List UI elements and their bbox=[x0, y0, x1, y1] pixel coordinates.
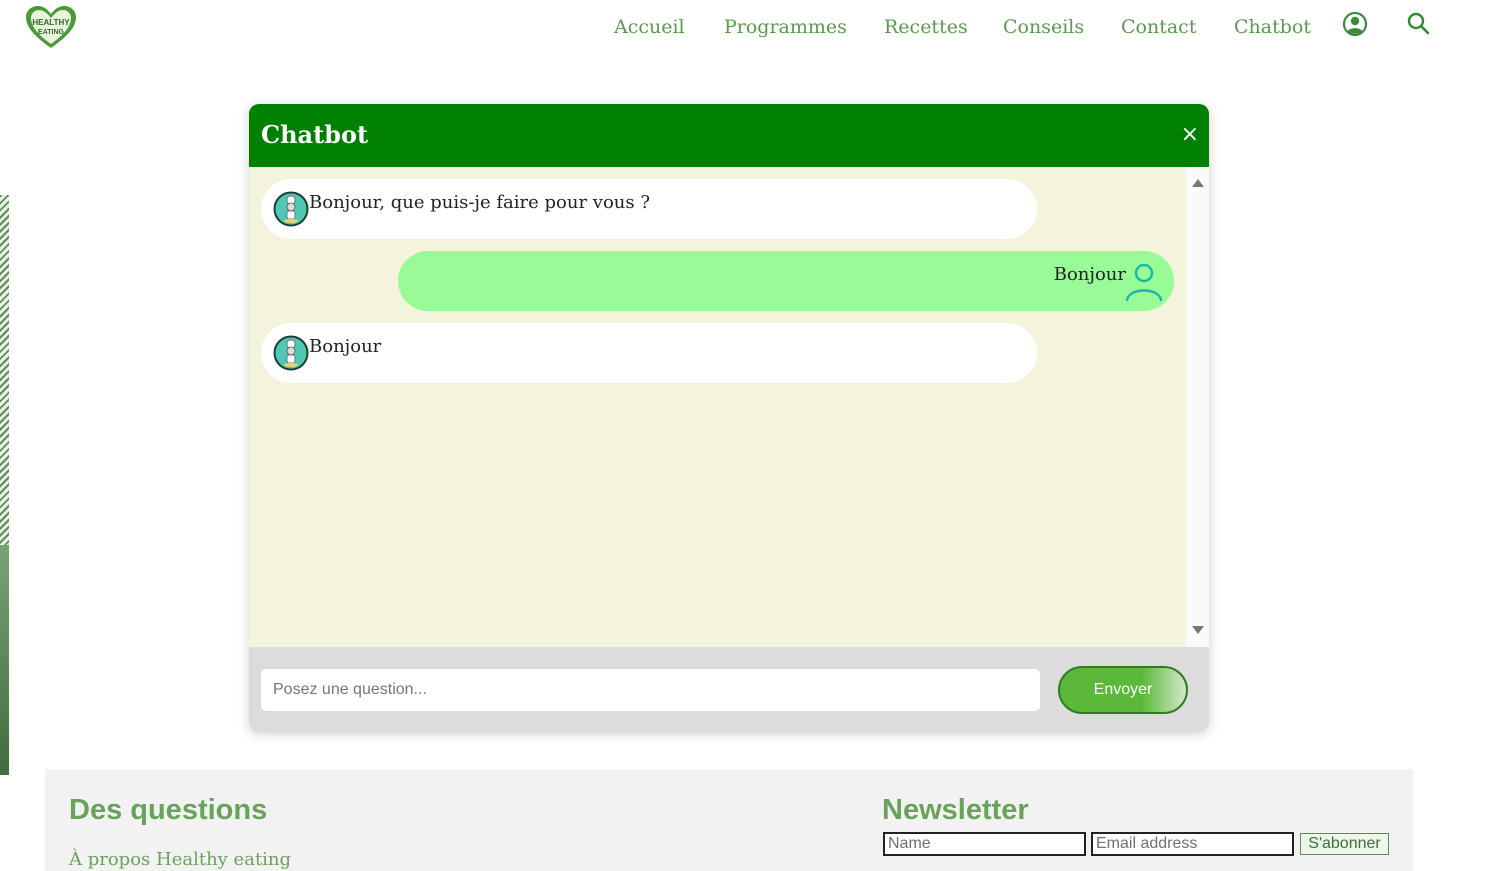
user-avatar-icon bbox=[1125, 263, 1163, 302]
nav-chatbot[interactable]: Chatbot bbox=[1234, 14, 1311, 40]
chef-bot-avatar-icon bbox=[273, 191, 309, 227]
chatbot-header: Chatbot × bbox=[249, 104, 1209, 167]
newsletter-name-input[interactable] bbox=[883, 832, 1086, 856]
chatbot-title: Chatbot bbox=[261, 120, 369, 149]
newsletter-email-input[interactable] bbox=[1091, 832, 1294, 856]
footer: Des questions À propos Healthy eating Ne… bbox=[45, 769, 1413, 871]
about-link[interactable]: À propos Healthy eating bbox=[69, 849, 291, 870]
nav-programmes[interactable]: Programmes bbox=[724, 14, 847, 40]
newsletter-heading: Newsletter bbox=[882, 794, 1029, 826]
message-text: Bonjour bbox=[309, 336, 382, 357]
nav-accueil[interactable]: Accueil bbox=[614, 14, 685, 40]
questions-heading: Des questions bbox=[69, 794, 268, 826]
chat-messages: Bonjour, que puis-je faire pour vous ? B… bbox=[249, 167, 1209, 647]
chatbot-window: Chatbot × Bonjour, que puis-je faire pou… bbox=[249, 104, 1209, 732]
chef-bot-avatar-icon bbox=[273, 335, 309, 371]
nav-contact[interactable]: Contact bbox=[1121, 14, 1196, 40]
nav-recettes[interactable]: Recettes bbox=[884, 14, 968, 40]
user-message: Bonjour bbox=[398, 251, 1174, 311]
bot-message: Bonjour, que puis-je faire pour vous ? bbox=[261, 179, 1037, 239]
bot-message: Bonjour bbox=[261, 323, 1037, 383]
scroll-up-arrow-icon[interactable] bbox=[1192, 179, 1204, 187]
chat-scrollbar[interactable] bbox=[1186, 167, 1209, 647]
user-circle-icon[interactable] bbox=[1342, 11, 1368, 37]
main-nav: Accueil Programmes Recettes Conseils Con… bbox=[0, 14, 1485, 44]
message-text: Bonjour bbox=[1053, 264, 1126, 285]
question-input[interactable] bbox=[261, 669, 1040, 711]
search-icon[interactable] bbox=[1406, 11, 1432, 37]
nav-conseils[interactable]: Conseils bbox=[1003, 14, 1084, 40]
subscribe-button[interactable]: S'abonner bbox=[1300, 833, 1389, 855]
chat-input-bar: Envoyer bbox=[249, 647, 1209, 732]
close-icon[interactable]: × bbox=[1181, 124, 1199, 146]
message-text: Bonjour, que puis-je faire pour vous ? bbox=[309, 192, 650, 213]
send-button[interactable]: Envoyer bbox=[1058, 666, 1188, 714]
scroll-down-arrow-icon[interactable] bbox=[1192, 626, 1204, 634]
decorative-leaf-strip bbox=[0, 195, 9, 775]
